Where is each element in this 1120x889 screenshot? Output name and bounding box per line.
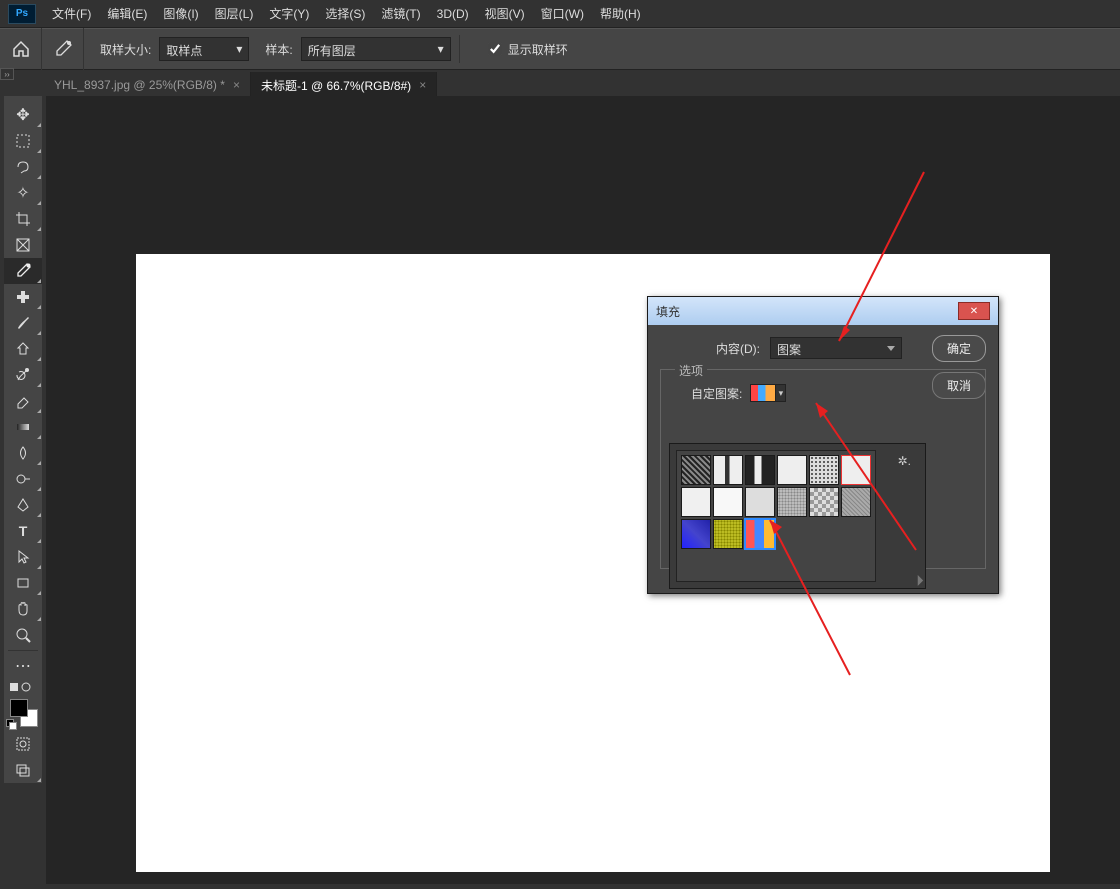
menu-file[interactable]: 文件(F) <box>44 5 99 22</box>
pattern-swatch[interactable] <box>809 487 839 517</box>
pattern-swatch[interactable] <box>841 487 871 517</box>
pattern-swatch[interactable] <box>745 455 775 485</box>
sample-size-value: 取样点 <box>166 44 202 58</box>
gradient-tool[interactable] <box>4 414 42 440</box>
pattern-swatch[interactable] <box>777 487 807 517</box>
pattern-swatch[interactable] <box>681 487 711 517</box>
pattern-thumb <box>750 384 776 402</box>
custom-pattern-label: 自定图案: <box>691 385 742 402</box>
pattern-grid <box>676 450 876 582</box>
eyedropper-icon <box>53 39 73 59</box>
home-icon <box>12 40 30 58</box>
menu-image[interactable]: 图像(I) <box>155 5 206 22</box>
rectangle-tool[interactable] <box>4 570 42 596</box>
history-brush-tool[interactable] <box>4 362 42 388</box>
options-bar: 取样大小: 取样点▾ 样本: 所有图层▾ 显示取样环 <box>0 28 1120 70</box>
pattern-swatch[interactable] <box>809 455 839 485</box>
edit-toolbar[interactable]: ⋯ <box>4 653 42 679</box>
active-tool-icon <box>42 28 84 70</box>
menu-bar: Ps 文件(F) 编辑(E) 图像(I) 图层(L) 文字(Y) 选择(S) 滤… <box>0 0 1120 28</box>
document-tab-1[interactable]: 未标题-1 @ 66.7%(RGB/8#) × <box>251 72 437 98</box>
menu-select[interactable]: 选择(S) <box>317 5 373 22</box>
close-icon[interactable]: × <box>419 78 426 92</box>
color-swatches[interactable] <box>4 697 42 731</box>
lasso-tool[interactable] <box>4 154 42 180</box>
dialog-title: 填充 <box>656 303 680 320</box>
pattern-dropdown-button[interactable]: ▾ <box>776 384 786 402</box>
show-ring-check[interactable]: 显示取样环 <box>488 41 568 58</box>
toolbox: ✥ ✧ T ⋯ <box>4 96 42 783</box>
pattern-swatch[interactable] <box>745 487 775 517</box>
fill-dialog: 填充 ✕ 确定 取消 内容(D): 图案 选项 自定图案: ▾ ✲. <box>647 296 999 594</box>
pattern-swatch[interactable] <box>777 455 807 485</box>
menu-3d[interactable]: 3D(D) <box>429 7 477 21</box>
close-icon[interactable]: × <box>233 78 240 92</box>
pattern-swatch[interactable] <box>713 519 743 549</box>
home-button[interactable] <box>0 28 42 70</box>
content-select[interactable]: 图案 <box>770 337 902 359</box>
tab-label: 未标题-1 @ 66.7%(RGB/8#) <box>261 77 411 94</box>
app-icon: Ps <box>8 4 36 24</box>
menu-view[interactable]: 视图(V) <box>477 5 533 22</box>
type-tool[interactable]: T <box>4 518 42 544</box>
sample-label: 样本: <box>265 41 292 58</box>
show-ring-label: 显示取样环 <box>508 41 568 58</box>
dialog-titlebar[interactable]: 填充 ✕ <box>648 297 998 325</box>
menu-layer[interactable]: 图层(L) <box>207 5 262 22</box>
options-legend: 选项 <box>675 362 707 379</box>
dodge-tool[interactable] <box>4 466 42 492</box>
brush-tool[interactable] <box>4 310 42 336</box>
blur-tool[interactable] <box>4 440 42 466</box>
sample-size-label: 取样大小: <box>100 41 151 58</box>
path-select-tool[interactable] <box>4 544 42 570</box>
foreground-swatch[interactable] <box>10 699 28 717</box>
show-ring-checkbox[interactable] <box>488 42 502 56</box>
pattern-swatch-selected[interactable] <box>745 519 775 549</box>
picker-resize-handle[interactable]: ◢ <box>912 574 925 587</box>
default-swatch-icon[interactable] <box>6 719 14 727</box>
content-label: 内容(D): <box>660 340 770 357</box>
menu-filter[interactable]: 滤镜(T) <box>373 5 428 22</box>
sample-size-select[interactable]: 取样点▾ <box>159 37 249 61</box>
sample-value: 所有图层 <box>308 44 356 58</box>
screen-mode-tool[interactable] <box>4 757 42 783</box>
tab-label: YHL_8937.jpg @ 25%(RGB/8) * <box>54 78 225 92</box>
eraser-tool[interactable] <box>4 388 42 414</box>
content-value: 图案 <box>777 343 801 357</box>
panel-flyout-handle[interactable]: ›› <box>0 68 14 80</box>
crop-tool[interactable] <box>4 206 42 232</box>
healing-tool[interactable] <box>4 284 42 310</box>
menu-help[interactable]: 帮助(H) <box>592 5 649 22</box>
clone-tool[interactable] <box>4 336 42 362</box>
menu-window[interactable]: 窗口(W) <box>533 5 592 22</box>
eyedropper-tool[interactable] <box>4 258 42 284</box>
rect-marquee-tool[interactable] <box>4 128 42 154</box>
hand-tool[interactable] <box>4 596 42 622</box>
frame-tool[interactable] <box>4 232 42 258</box>
menu-type[interactable]: 文字(Y) <box>261 5 317 22</box>
dialog-close-button[interactable]: ✕ <box>958 302 990 320</box>
pattern-swatch[interactable] <box>713 455 743 485</box>
move-tool[interactable]: ✥ <box>4 102 42 128</box>
pattern-swatch[interactable] <box>681 519 711 549</box>
document-tab-0[interactable]: YHL_8937.jpg @ 25%(RGB/8) * × <box>44 72 251 98</box>
pen-tool[interactable] <box>4 492 42 518</box>
menu-edit[interactable]: 编辑(E) <box>99 5 155 22</box>
sample-select[interactable]: 所有图层▾ <box>301 37 451 61</box>
zoom-tool[interactable] <box>4 622 42 648</box>
document-tab-bar: YHL_8937.jpg @ 25%(RGB/8) * × 未标题-1 @ 66… <box>0 70 1120 98</box>
pattern-swatch[interactable] <box>841 455 871 485</box>
ok-button[interactable]: 确定 <box>932 335 986 362</box>
pattern-picker: ✲. ◢ <box>669 443 926 589</box>
quick-mask-tool[interactable] <box>4 731 42 757</box>
picker-menu-button[interactable]: ✲. <box>898 454 911 468</box>
pattern-swatch[interactable] <box>681 455 711 485</box>
wand-tool[interactable]: ✧ <box>4 180 42 206</box>
pattern-swatch[interactable] <box>713 487 743 517</box>
swatch-row-icons <box>4 679 42 695</box>
